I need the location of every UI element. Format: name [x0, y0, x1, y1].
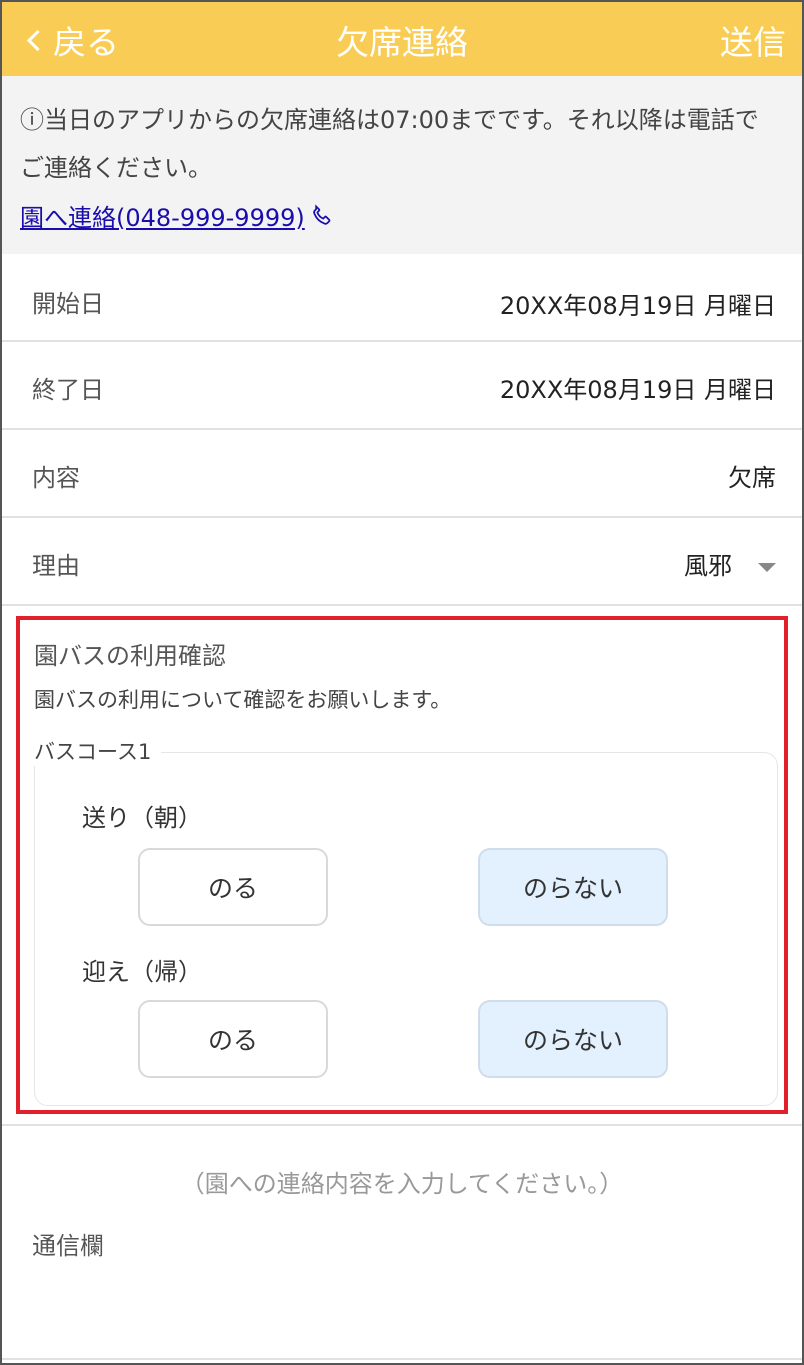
start-date-row[interactable]: 開始日 20XX年08月19日 月曜日 — [2, 254, 802, 342]
end-date-label: 終了日 — [32, 376, 104, 404]
bus-course-name: バスコース1 — [30, 736, 162, 766]
message-placeholder: （園への連絡内容を入力してください。） — [180, 1170, 624, 1198]
evening-ride-button[interactable]: のる — [138, 1000, 328, 1078]
call-nursery-link[interactable]: 園へ連絡(048-999-9999) — [20, 198, 335, 233]
reason-label: 理由 — [32, 552, 80, 580]
bus-section-description: 園バスの利用について確認をお願いします。 — [34, 688, 452, 712]
morning-no-ride-button[interactable]: のらない — [478, 848, 668, 926]
end-date-row[interactable]: 終了日 20XX年08月19日 月曜日 — [2, 342, 802, 430]
reason-row[interactable]: 理由 風邪 — [2, 518, 802, 606]
notice-text: 当日のアプリからの欠席連絡は07:00までです。それ以降は電話でご連絡ください。 — [20, 106, 759, 182]
call-link-label: 園へ連絡(048-999-9999) — [20, 204, 305, 232]
evening-no-ride-button[interactable]: のらない — [478, 1000, 668, 1078]
morning-ride-button[interactable]: のる — [138, 848, 328, 926]
morning-label: 送り（朝） — [82, 804, 202, 832]
content-value: 欠席 — [728, 464, 776, 492]
message-label: 通信欄 — [32, 1232, 104, 1260]
end-date-value: 20XX年08月19日 月曜日 — [499, 376, 776, 404]
evening-label: 迎え（帰） — [82, 958, 202, 986]
info-circle-icon: ⓘ — [20, 106, 44, 134]
start-date-label: 開始日 — [32, 290, 104, 318]
reason-value: 風邪 — [684, 552, 732, 580]
content-label: 内容 — [32, 464, 80, 492]
divider — [2, 1358, 802, 1360]
start-date-value: 20XX年08月19日 月曜日 — [499, 292, 776, 320]
app-frame: 戻る 欠席連絡 送信 ⓘ当日のアプリからの欠席連絡は07:00までです。それ以降… — [0, 0, 804, 1365]
page-title: 欠席連絡 — [336, 23, 468, 62]
reason-select[interactable]: 風邪 — [684, 546, 776, 581]
content-row[interactable]: 内容 欠席 — [2, 430, 802, 518]
dropdown-arrow-icon — [758, 562, 776, 572]
phone-icon — [312, 203, 331, 225]
divider — [2, 1124, 802, 1126]
send-button[interactable]: 送信 — [720, 16, 786, 64]
notice-text-block: ⓘ当日のアプリからの欠席連絡は07:00までです。それ以降は電話でご連絡ください… — [20, 96, 782, 192]
header-bar: 戻る 欠席連絡 送信 — [2, 2, 802, 76]
bus-confirmation-section: 園バスの利用確認 園バスの利用について確認をお願いします。 バスコース1 送り（… — [16, 616, 788, 1114]
bus-section-title: 園バスの利用確認 — [34, 642, 226, 670]
